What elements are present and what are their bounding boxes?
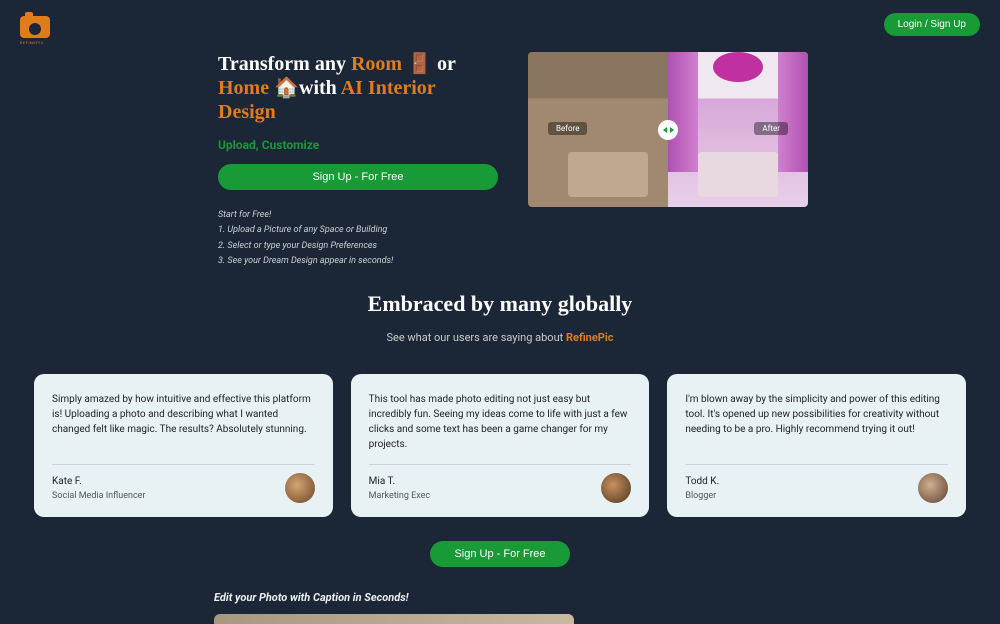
before-image: Before xyxy=(528,52,668,207)
testimonial-card: I'm blown away by the simplicity and pow… xyxy=(667,374,966,517)
before-after-slider[interactable]: Before After xyxy=(528,52,808,207)
embraced-title: Embraced by many globally xyxy=(0,291,1000,317)
start-steps: Start for Free! 1. Upload a Picture of a… xyxy=(218,208,498,269)
avatar xyxy=(601,473,631,503)
testimonial-card: This tool has made photo editing not jus… xyxy=(351,374,650,517)
hero-section: Transform any Room 🚪 or Home 🏠with AI In… xyxy=(0,52,1000,269)
testimonial-name: Todd K. xyxy=(685,476,719,487)
before-label: Before xyxy=(548,122,587,135)
testimonial-name: Kate F. xyxy=(52,476,145,487)
step-2: 2. Select or type your Design Preference… xyxy=(218,239,498,254)
embraced-subtitle: See what our users are saying about Refi… xyxy=(0,331,1000,344)
step-1: 1. Upload a Picture of any Space or Buil… xyxy=(218,223,498,238)
camera-icon xyxy=(20,16,50,38)
testimonial-text: Simply amazed by how intuitive and effec… xyxy=(52,392,315,452)
signup-button-hero[interactable]: Sign Up - For Free xyxy=(218,164,498,190)
edit-section-title: Edit your Photo with Caption in Seconds! xyxy=(214,591,1000,604)
step-3: 3. See your Dream Design appear in secon… xyxy=(218,254,498,269)
testimonial-text: I'm blown away by the simplicity and pow… xyxy=(685,392,948,452)
slider-handle-icon[interactable] xyxy=(658,120,678,140)
signup-button-mid[interactable]: Sign Up - For Free xyxy=(430,541,569,567)
steps-heading: Start for Free! xyxy=(218,208,498,223)
brand-text: REFINEPIC xyxy=(20,40,44,45)
avatar xyxy=(918,473,948,503)
testimonial-role: Blogger xyxy=(685,491,719,501)
testimonials-row: Simply amazed by how intuitive and effec… xyxy=(0,374,1000,517)
testimonial-card: Simply amazed by how intuitive and effec… xyxy=(34,374,333,517)
hero-title: Transform any Room 🚪 or Home 🏠with AI In… xyxy=(218,52,498,124)
testimonial-role: Marketing Exec xyxy=(369,491,430,501)
edit-preview-image xyxy=(214,614,574,624)
testimonial-role: Social Media Influencer xyxy=(52,491,145,501)
login-signup-button[interactable]: Login / Sign Up xyxy=(884,13,980,36)
avatar xyxy=(285,473,315,503)
testimonial-name: Mia T. xyxy=(369,476,430,487)
after-image: After xyxy=(668,52,808,207)
after-label: After xyxy=(754,122,788,135)
hero-tagline: Upload, Customize xyxy=(218,138,498,152)
testimonial-text: This tool has made photo editing not jus… xyxy=(369,392,632,452)
brand-logo[interactable]: REFINEPIC xyxy=(20,10,50,38)
social-proof-heading: Embraced by many globally See what our u… xyxy=(0,291,1000,344)
